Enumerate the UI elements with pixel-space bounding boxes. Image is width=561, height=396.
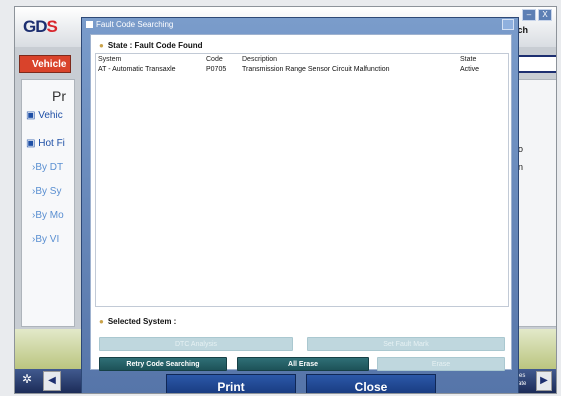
column-header-state[interactable]: State <box>460 56 476 63</box>
minimize-button[interactable]: – <box>522 9 536 21</box>
bullet-icon: ● <box>99 41 104 50</box>
left-panel-heading: Pr <box>52 88 66 104</box>
column-header-description[interactable]: Description <box>242 56 277 63</box>
dialog-body: ● State : Fault Code Found System Code De… <box>90 34 512 371</box>
cell-description: Transmission Range Sensor Circuit Malfun… <box>242 66 390 73</box>
close-button[interactable]: Close <box>306 374 436 393</box>
vehicle-tab[interactable]: Vehicle <box>19 55 71 73</box>
dtc-analysis-button[interactable]: DTC Analysis <box>99 337 293 351</box>
tools-icon[interactable]: ✲ <box>19 372 35 390</box>
left-menu-panel: Pr ▣ Vehic ▣ Hot Fi ›By DT ›By Sy ›By Mo… <box>21 79 75 327</box>
left-menu-item[interactable]: ▣ Hot Fi <box>26 138 65 149</box>
dialog-icon <box>86 21 93 29</box>
print-button[interactable]: Print <box>166 374 296 393</box>
selected-system-heading: ● Selected System : <box>99 317 177 326</box>
column-header-code[interactable]: Code <box>206 56 223 63</box>
dialog-close-icon[interactable] <box>502 19 514 30</box>
right-arrow-button[interactable]: ▶ <box>536 371 552 391</box>
fault-code-list[interactable]: System Code Description State AT - Autom… <box>95 53 509 307</box>
left-submenu-item[interactable]: ›By DT <box>32 162 63 173</box>
erase-button[interactable]: Erase <box>377 357 505 371</box>
left-submenu-item[interactable]: ›By VI <box>32 234 59 245</box>
left-submenu-item[interactable]: ›By Mo <box>32 210 64 221</box>
cell-system: AT - Automatic Transaxle <box>98 66 176 73</box>
retry-code-searching-button[interactable]: Retry Code Searching <box>99 357 227 371</box>
set-fault-mark-button[interactable]: Set Fault Mark <box>307 337 505 351</box>
left-arrow-button[interactable]: ◀ <box>43 371 61 391</box>
column-header-system[interactable]: System <box>98 56 121 63</box>
fault-code-dialog: Fault Code Searching ● State : Fault Code… <box>81 17 519 393</box>
cell-code: P0705 <box>206 66 227 73</box>
gds-logo: GDS <box>23 17 58 36</box>
cell-state: Active <box>460 66 480 73</box>
left-submenu-item[interactable]: ›By Sy <box>32 186 61 197</box>
bullet-icon: ● <box>99 317 104 326</box>
left-menu-item[interactable]: ▣ Vehic <box>26 110 63 121</box>
dialog-title: Fault Code Searching <box>86 19 173 30</box>
state-heading: ● State : Fault Code Found <box>99 41 203 50</box>
all-erase-button[interactable]: All Erase <box>237 357 369 371</box>
gds-screen: GDS – X arch Vehicle Pr ▣ Vehic ▣ Hot Fi… <box>14 6 557 394</box>
window-controls[interactable]: – X <box>522 9 552 21</box>
close-window-button[interactable]: X <box>538 9 552 21</box>
